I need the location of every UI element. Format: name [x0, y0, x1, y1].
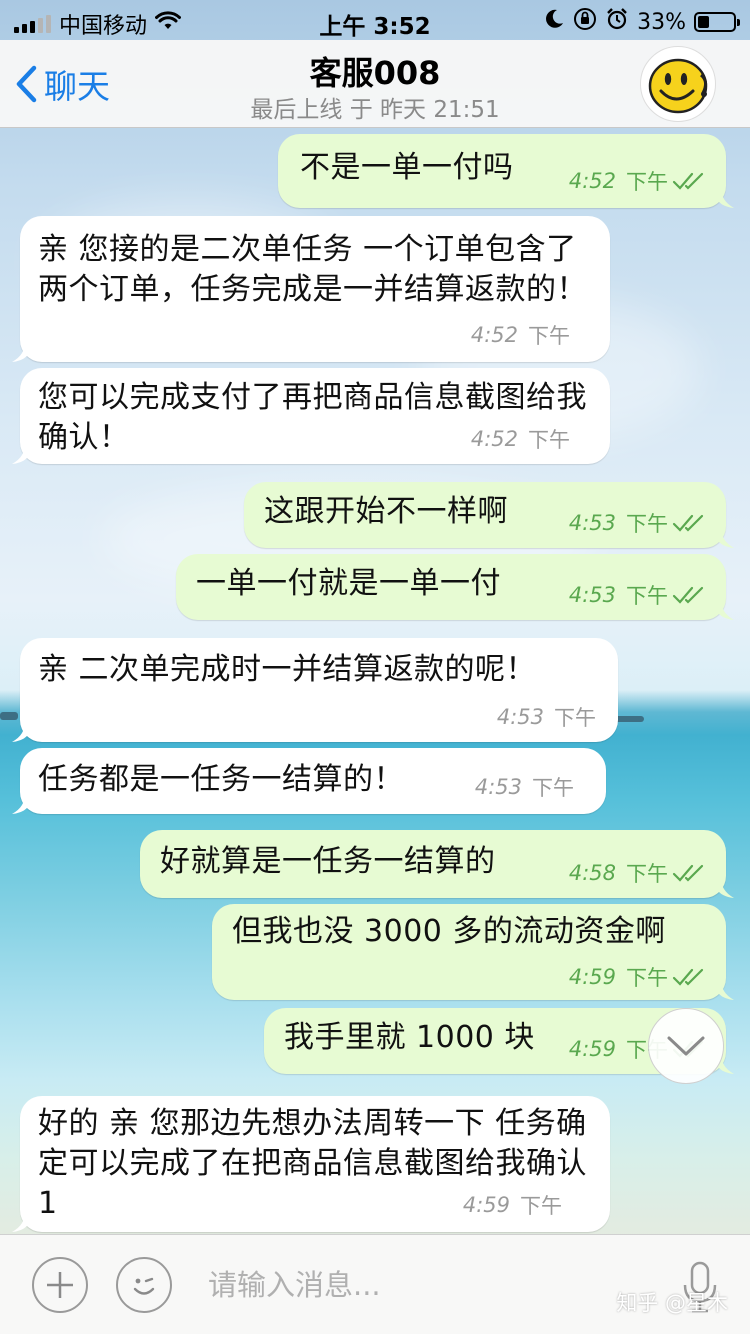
message-meta: 4:52 下午 — [471, 424, 570, 454]
message-text: 任务都是一任务一结算的！ — [38, 762, 404, 797]
moon-icon — [543, 8, 565, 36]
message-bubble-incoming[interactable]: 亲 二次单完成时一并结算返款的呢！ 4:53 下午 — [12, 638, 618, 742]
message-text: 不是一单一付吗 — [300, 150, 514, 185]
message-text: 亲 二次单完成时一并结算返款的呢！ — [38, 652, 537, 687]
watermark: 知乎 @星木 — [616, 1291, 728, 1315]
message-meta: 4:53 下午 — [475, 772, 574, 802]
read-check-icon — [672, 514, 704, 532]
message-ampm: 下午 — [626, 584, 668, 608]
message-ampm: 下午 — [528, 324, 570, 348]
message-time: 4:53 — [568, 583, 616, 607]
read-check-icon — [672, 968, 704, 986]
message-text: 但我也没 3000 多的流动资金啊 — [232, 914, 666, 949]
message-input-bar: 请输入消息... 知乎 @星木 — [0, 1234, 750, 1334]
message-ampm: 下午 — [626, 862, 668, 886]
message-list[interactable]: 不是一单一付吗 4:52 下午 亲 您接的是二次单任务 一个订单包含了两个订单，任… — [0, 128, 750, 1234]
message-meta: 4:53 下午 — [497, 702, 596, 732]
message-ampm: 下午 — [520, 1194, 562, 1218]
status-bar: 中国移动 上午 3:52 33% — [0, 0, 750, 40]
read-check-icon — [672, 586, 704, 604]
message-time: 4:59 — [568, 1037, 616, 1061]
message-meta: 4:52 下午 — [569, 166, 708, 196]
message-ampm: 下午 — [528, 428, 570, 452]
message-ampm: 下午 — [532, 776, 574, 800]
message-time: 4:59 — [568, 965, 616, 989]
message-meta: 4:59 下午 — [463, 1190, 562, 1220]
message-time: 4:52 — [470, 323, 518, 347]
message-time: 4:52 — [470, 427, 518, 451]
message-text: 亲 您接的是二次单任务 一个订单包含了两个订单，任务完成是一并结算返款的！ — [38, 232, 587, 307]
alarm-icon — [605, 7, 629, 37]
message-meta: 4:53 下午 — [569, 508, 708, 538]
last-seen-status: 最后上线 于 昨天 21:51 — [250, 97, 500, 123]
chat-title: 客服008 — [309, 54, 441, 92]
message-text: 好就算是一任务一结算的 — [160, 844, 496, 879]
scroll-to-bottom-button[interactable] — [648, 1008, 724, 1084]
sticker-button[interactable] — [116, 1257, 172, 1313]
plus-icon — [47, 1272, 73, 1298]
message-bubble-incoming[interactable]: 好的 亲 您那边先想办法周转一下 任务确定可以完成了在把商品信息截图给我确认1 … — [12, 1096, 610, 1232]
message-bubble-incoming[interactable]: 亲 您接的是二次单任务 一个订单包含了两个订单，任务完成是一并结算返款的！ 4:… — [12, 216, 610, 362]
message-text: 一单一付就是一单一付 — [196, 566, 501, 601]
read-check-icon — [672, 864, 704, 882]
message-time: 4:58 — [568, 861, 616, 885]
message-bubble-incoming[interactable]: 您可以完成支付了再把商品信息截图给我确认！ 4:52 下午 — [12, 368, 610, 464]
battery-icon — [694, 12, 740, 32]
read-check-icon — [672, 172, 704, 190]
message-input[interactable]: 请输入消息... — [196, 1255, 666, 1315]
message-meta: 4:53 下午 — [569, 580, 708, 610]
message-time: 4:53 — [496, 705, 544, 729]
sticker-icon — [133, 1277, 155, 1295]
message-ampm: 下午 — [626, 966, 668, 990]
orientation-lock-icon — [573, 7, 597, 37]
message-meta: 4:52 下午 — [471, 320, 570, 350]
message-time: 4:53 — [474, 775, 522, 799]
message-text: 我手里就 1000 块 — [284, 1020, 535, 1055]
message-meta: 4:58 下午 — [569, 858, 708, 888]
chevron-down-icon — [667, 1036, 705, 1056]
message-meta: 4:59 下午 — [569, 962, 708, 992]
message-bubble-outgoing[interactable]: 好就算是一任务一结算的 4:58 下午 — [140, 830, 734, 898]
message-time: 4:53 — [568, 511, 616, 535]
message-bubble-outgoing[interactable]: 一单一付就是一单一付 4:53 下午 — [176, 554, 734, 620]
message-bubble-incoming[interactable]: 任务都是一任务一结算的！ 4:53 下午 — [12, 748, 606, 814]
message-time: 4:52 — [568, 169, 616, 193]
message-ampm: 下午 — [554, 706, 596, 730]
avatar[interactable] — [640, 46, 716, 122]
message-bubble-outgoing[interactable]: 这跟开始不一样啊 4:53 下午 — [244, 482, 734, 548]
attach-button[interactable] — [32, 1257, 88, 1313]
smiley-avatar-icon — [648, 58, 708, 114]
message-bubble-outgoing[interactable]: 但我也没 3000 多的流动资金啊 4:59 下午 — [212, 904, 734, 1000]
battery-percent: 33% — [637, 9, 686, 35]
message-ampm: 下午 — [626, 512, 668, 536]
message-bubble-outgoing[interactable]: 不是一单一付吗 4:52 下午 — [278, 134, 734, 208]
message-text: 这跟开始不一样啊 — [264, 494, 508, 529]
chat-header: 聊天 客服008 最后上线 于 昨天 21:51 — [0, 40, 750, 128]
message-time: 4:59 — [462, 1193, 510, 1217]
message-ampm: 下午 — [626, 170, 668, 194]
